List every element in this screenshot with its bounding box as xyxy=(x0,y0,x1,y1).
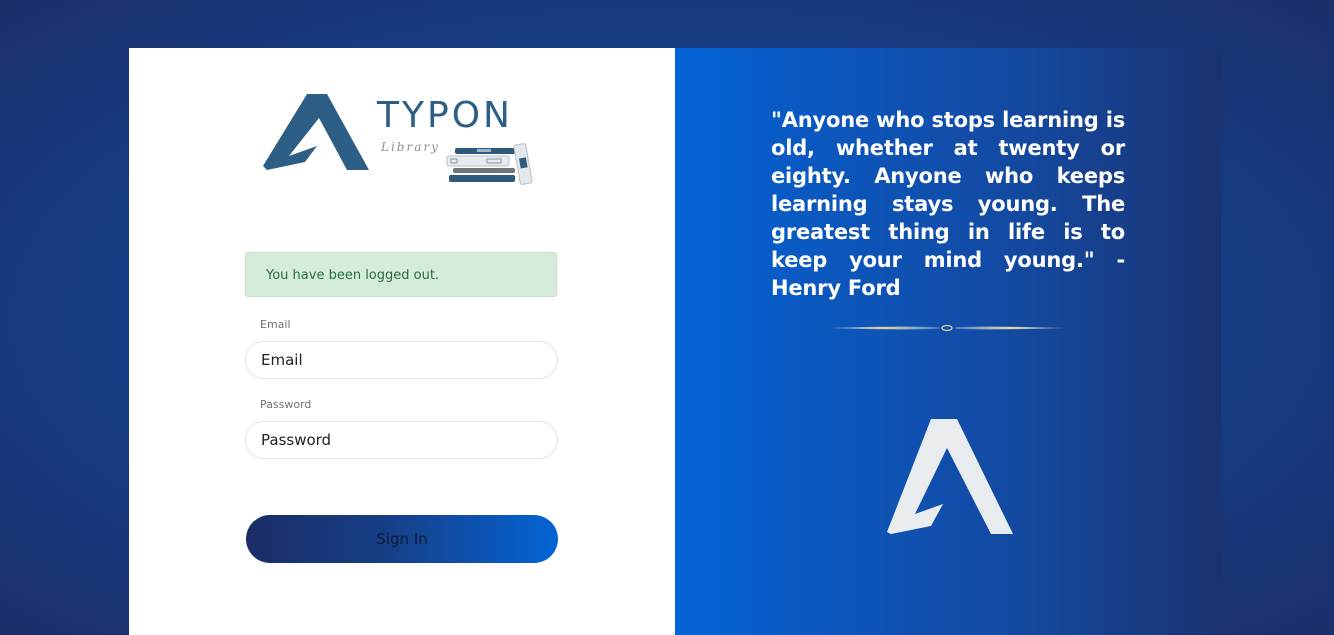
ornament-divider-icon xyxy=(827,324,1067,332)
email-field[interactable] xyxy=(245,341,558,379)
quote-panel: "Anyone who stops learning is old, wheth… xyxy=(675,48,1221,635)
sign-in-button[interactable]: Sign In xyxy=(246,515,558,563)
login-card: TYPON Library You have been logged out. … xyxy=(129,48,1221,635)
books-icon xyxy=(446,143,533,185)
typon-logo-icon xyxy=(263,94,369,170)
quote-text: "Anyone who stops learning is old, wheth… xyxy=(771,108,1125,300)
login-panel: TYPON Library You have been logged out. … xyxy=(129,48,675,635)
brand-logo: TYPON Library xyxy=(263,92,553,192)
brand-name: TYPON xyxy=(377,95,513,136)
typon-mark-icon xyxy=(887,419,1013,534)
email-label: Email xyxy=(260,318,291,331)
logout-alert: You have been logged out. xyxy=(245,252,557,297)
password-field[interactable] xyxy=(245,421,558,459)
brand-subtitle: Library xyxy=(381,140,440,154)
password-label: Password xyxy=(260,398,312,411)
